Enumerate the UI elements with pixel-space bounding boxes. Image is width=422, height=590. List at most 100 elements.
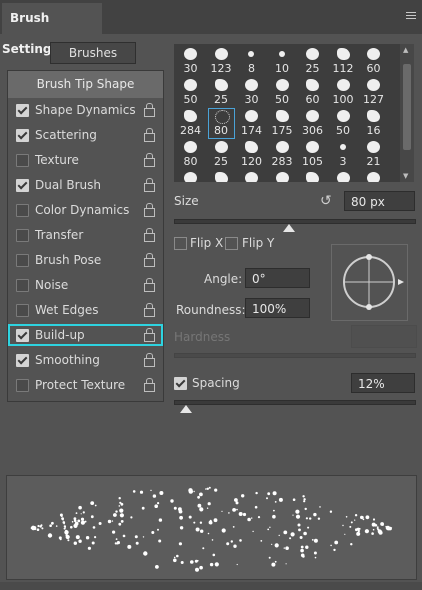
- lock-icon[interactable]: [144, 253, 155, 267]
- lock-icon[interactable]: [144, 128, 155, 142]
- checkbox[interactable]: [16, 204, 29, 217]
- flip-y-checkbox[interactable]: [225, 237, 238, 250]
- brush-tip-preset[interactable]: 105: [299, 139, 326, 170]
- brushes-button[interactable]: Brushes: [50, 42, 136, 64]
- checkbox[interactable]: [16, 154, 29, 167]
- lock-icon[interactable]: [144, 203, 155, 217]
- lock-icon[interactable]: [144, 278, 155, 292]
- spacing-input[interactable]: 12%: [351, 373, 415, 393]
- brush-tip-preset[interactable]: 174: [238, 108, 265, 139]
- brush-tip-preset[interactable]: 50: [268, 77, 296, 108]
- reset-icon[interactable]: ↺: [320, 193, 332, 209]
- checkbox[interactable]: [16, 229, 29, 242]
- checkbox[interactable]: [16, 379, 29, 392]
- checkbox[interactable]: [16, 104, 29, 117]
- brush-tip-shape-item[interactable]: Brush Tip Shape: [8, 71, 163, 98]
- checkbox[interactable]: [16, 329, 29, 342]
- sidebar-item-label: Scattering: [35, 128, 97, 142]
- sidebar-item-protect-texture[interactable]: Protect Texture: [8, 374, 163, 396]
- sidebar-item-transfer[interactable]: Transfer: [8, 224, 163, 246]
- brush-tip-preset[interactable]: 10: [268, 46, 296, 77]
- brush-tip-size: 50: [275, 93, 289, 106]
- brush-tip-preset[interactable]: 30: [238, 77, 265, 108]
- brush-grid-scrollbar[interactable]: ▲ ▼: [400, 44, 414, 182]
- brush-tip-preset[interactable]: [177, 170, 204, 182]
- checkbox[interactable]: [16, 304, 29, 317]
- spacing-checkbox[interactable]: [174, 377, 187, 390]
- brush-tip-icon: [214, 141, 228, 153]
- brush-tip-preset[interactable]: 21: [360, 139, 387, 170]
- panel-tab-brush-settings[interactable]: Brush Settings: [2, 3, 102, 56]
- sidebar-item-build-up[interactable]: Build-up: [8, 324, 163, 346]
- brush-tip-preset[interactable]: 175: [268, 108, 296, 139]
- size-input[interactable]: 80 px: [344, 191, 415, 211]
- angle-input[interactable]: 0°: [245, 268, 310, 288]
- lock-icon[interactable]: [144, 353, 155, 367]
- brush-tip-preset[interactable]: 283: [268, 139, 296, 170]
- scroll-up-icon[interactable]: ▲: [403, 46, 408, 54]
- brush-tip-preset[interactable]: [238, 170, 265, 182]
- lock-icon[interactable]: [144, 153, 155, 167]
- lock-icon[interactable]: [144, 178, 155, 192]
- roundness-input[interactable]: 100%: [245, 298, 310, 318]
- sidebar-item-dual-brush[interactable]: Dual Brush: [8, 174, 163, 196]
- hamburger-menu-icon[interactable]: [406, 12, 416, 21]
- sidebar-item-label: Transfer: [35, 228, 84, 242]
- spacing-slider-handle[interactable]: [180, 405, 192, 413]
- lock-icon[interactable]: [144, 228, 155, 242]
- lock-icon[interactable]: [144, 103, 155, 117]
- brush-tip-preset[interactable]: 3: [329, 139, 357, 170]
- brush-tip-icon: [306, 48, 319, 60]
- brush-tip-preset[interactable]: 112: [329, 46, 357, 77]
- brush-tip-preset[interactable]: 284: [177, 108, 204, 139]
- sidebar-item-smoothing[interactable]: Smoothing: [8, 349, 163, 371]
- sidebar-item-wet-edges[interactable]: Wet Edges: [8, 299, 163, 321]
- brush-tip-icon: [339, 144, 346, 150]
- checkbox[interactable]: [16, 129, 29, 142]
- brush-tip-size: 30: [244, 93, 259, 106]
- brush-tip-preset[interactable]: 30: [177, 46, 204, 77]
- brush-tip-preset[interactable]: [268, 170, 296, 182]
- brush-tip-preset[interactable]: 123: [207, 46, 235, 77]
- brush-tip-preset[interactable]: [360, 170, 387, 182]
- brush-tip-preset[interactable]: 50: [177, 77, 204, 108]
- angle-roundness-widget[interactable]: [331, 244, 408, 321]
- brush-tip-preset[interactable]: 100: [329, 77, 357, 108]
- brush-tip-preset[interactable]: 50: [329, 108, 357, 139]
- sidebar-item-texture[interactable]: Texture: [8, 149, 163, 171]
- sidebar-item-shape-dynamics[interactable]: Shape Dynamics: [8, 99, 163, 121]
- brush-tip-preset[interactable]: 306: [299, 108, 326, 139]
- brush-tip-preset[interactable]: 25: [207, 139, 235, 170]
- sidebar-item-brush-pose[interactable]: Brush Pose: [8, 249, 163, 271]
- sidebar-item-label: Dual Brush: [35, 178, 101, 192]
- checkbox[interactable]: [16, 354, 29, 367]
- brush-tip-preset[interactable]: 25: [207, 77, 235, 108]
- scroll-thumb[interactable]: [403, 64, 411, 150]
- brush-tip-preset[interactable]: 16: [360, 108, 387, 139]
- brush-tip-preset[interactable]: [329, 170, 357, 182]
- brush-tip-preset[interactable]: 80: [207, 108, 235, 139]
- size-slider-handle[interactable]: [283, 224, 296, 232]
- lock-icon[interactable]: [144, 378, 155, 392]
- brush-tip-preset[interactable]: [207, 170, 235, 182]
- brush-tip-preset[interactable]: 25: [299, 46, 326, 77]
- brush-tip-icon: [275, 172, 289, 182]
- scroll-down-icon[interactable]: ▼: [403, 172, 408, 180]
- brush-tip-preset[interactable]: 60: [360, 46, 387, 77]
- brush-tip-preset[interactable]: 8: [238, 46, 265, 77]
- checkbox[interactable]: [16, 254, 29, 267]
- lock-icon[interactable]: [144, 328, 155, 342]
- brush-tip-preset[interactable]: [299, 170, 326, 182]
- flip-x-checkbox[interactable]: [174, 237, 187, 250]
- checkbox[interactable]: [16, 179, 29, 192]
- sidebar-item-scattering[interactable]: Scattering: [8, 124, 163, 146]
- spacing-slider[interactable]: [174, 400, 416, 405]
- brush-tip-preset[interactable]: 127: [360, 77, 387, 108]
- lock-icon[interactable]: [144, 303, 155, 317]
- brush-tip-preset[interactable]: 60: [299, 77, 326, 108]
- sidebar-item-color-dynamics[interactable]: Color Dynamics: [8, 199, 163, 221]
- brush-tip-preset[interactable]: 120: [238, 139, 265, 170]
- brush-tip-preset[interactable]: 80: [177, 139, 204, 170]
- sidebar-item-noise[interactable]: Noise: [8, 274, 163, 296]
- checkbox[interactable]: [16, 279, 29, 292]
